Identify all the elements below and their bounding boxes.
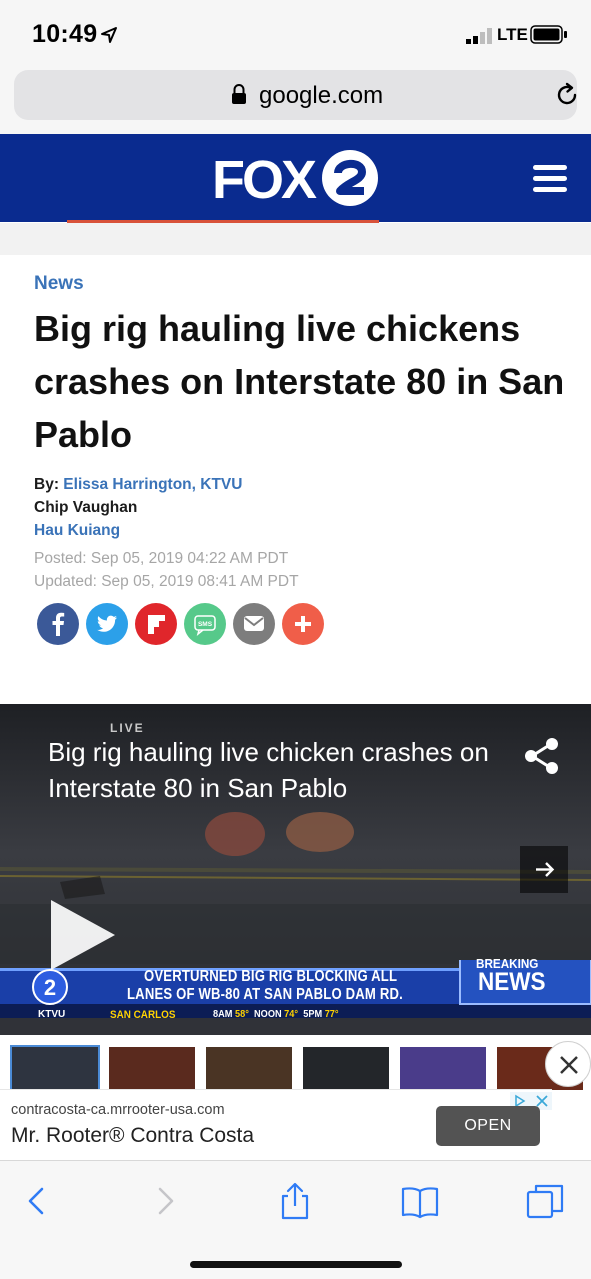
cellular-signal-icon [466, 28, 492, 44]
station-label: KTVU [38, 1009, 66, 1020]
facebook-share-button[interactable] [37, 603, 79, 645]
article-dates: Posted: Sep 05, 2019 04:22 AM PDT Update… [34, 547, 299, 593]
plus-icon [282, 603, 324, 645]
video-thumbnail[interactable] [109, 1047, 195, 1090]
ticker-line-1: OVERTURNED BIG RIG BLOCKING ALL [144, 968, 398, 985]
browser-address-area: google.com [0, 68, 591, 134]
sms-icon: SMS [184, 603, 226, 645]
author-link[interactable]: Elissa Harrington, KTVU [63, 476, 242, 493]
email-icon [233, 603, 275, 645]
battery-icon [530, 25, 567, 44]
location-arrow-icon [101, 27, 117, 43]
ad-banner[interactable]: contracosta-ca.mrrooter-usa.com Mr. Root… [0, 1089, 552, 1159]
forward-icon[interactable] [146, 1181, 186, 1221]
location-label: SAN CARLOS [110, 1009, 176, 1021]
status-bar: 10:49 LTE [0, 0, 591, 68]
twitter-share-button[interactable] [86, 603, 128, 645]
author-name: Chip Vaughan [34, 499, 138, 516]
browser-toolbar [0, 1160, 591, 1279]
more-share-button[interactable] [282, 603, 324, 645]
facebook-icon [37, 603, 79, 645]
ticker-line-2: LANES OF WB-80 AT SAN PABLO DAM RD. [127, 986, 403, 1003]
share-buttons: SMS [37, 603, 337, 645]
back-icon[interactable] [16, 1181, 56, 1221]
fox2-logo[interactable]: FOX [210, 146, 390, 210]
ad-open-button[interactable]: OPEN [436, 1106, 540, 1146]
bookmarks-icon[interactable] [400, 1181, 440, 1221]
reload-icon[interactable] [554, 82, 580, 108]
live-label: LIVE [110, 721, 145, 735]
share-icon[interactable] [522, 736, 562, 776]
twitter-icon [86, 603, 128, 645]
weather-time: NOON [254, 1009, 282, 1020]
svg-text:2: 2 [44, 975, 56, 1000]
lock-icon [232, 84, 246, 104]
close-ad-button[interactable] [545, 1041, 591, 1087]
video-thumbnail[interactable] [206, 1047, 292, 1090]
close-icon [560, 1056, 578, 1074]
byline: By: Elissa Harrington, KTVU Chip Vaughan… [34, 473, 242, 542]
ad-title: Mr. Rooter® Contra Costa [11, 1124, 255, 1147]
author-link[interactable]: Hau Kuiang [34, 522, 120, 539]
url-text: google.com [259, 82, 384, 109]
share-sheet-icon[interactable] [275, 1181, 315, 1221]
ad-url: contracosta-ca.mrrooter-usa.com [11, 1102, 225, 1118]
byline-prefix: By: [34, 476, 59, 493]
svg-text:SMS: SMS [198, 621, 213, 628]
section-link[interactable]: News [34, 273, 84, 295]
next-video-button[interactable] [520, 846, 568, 893]
video-thumbnail[interactable] [303, 1047, 389, 1090]
posted-date: Posted: Sep 05, 2019 04:22 AM PDT [34, 550, 289, 567]
article-headline: Big rig hauling live chickens crashes on… [34, 308, 565, 455]
header-spacer [0, 223, 591, 255]
home-indicator[interactable] [190, 1261, 402, 1268]
video-thumbnail-strip [0, 1035, 591, 1090]
news-label: NEWS [478, 968, 546, 996]
arrow-right-icon [536, 862, 555, 877]
video-title: Big rig hauling live chicken crashes on … [48, 737, 489, 803]
weather-temp: 77° [324, 1009, 339, 1020]
weather-temp: 74° [284, 1009, 299, 1020]
updated-date: Updated: Sep 05, 2019 08:41 AM PDT [34, 573, 299, 590]
weather-strip: 8AM 58° NOON 74° 5PM 77° [213, 1009, 339, 1020]
svg-text:FOX: FOX [212, 150, 317, 210]
video-player[interactable]: LIVE Big rig hauling live chicken crashe… [0, 704, 591, 1035]
flipboard-share-button[interactable] [135, 603, 177, 645]
video-thumbnail[interactable] [400, 1047, 486, 1090]
network-type: LTE [497, 25, 528, 44]
site-header: FOX [0, 134, 591, 222]
status-time: 10:49 [32, 20, 98, 48]
address-bar[interactable]: google.com [14, 70, 577, 120]
flipboard-icon [135, 603, 177, 645]
sms-share-button[interactable]: SMS [184, 603, 226, 645]
video-thumbnail[interactable] [10, 1045, 100, 1090]
weather-time: 5PM [303, 1009, 323, 1020]
weather-temp: 58° [234, 1009, 249, 1020]
email-share-button[interactable] [233, 603, 275, 645]
tabs-icon[interactable] [525, 1181, 565, 1221]
play-icon[interactable] [47, 896, 119, 974]
hamburger-menu-icon[interactable] [533, 162, 567, 194]
weather-time: 8AM [213, 1009, 233, 1020]
